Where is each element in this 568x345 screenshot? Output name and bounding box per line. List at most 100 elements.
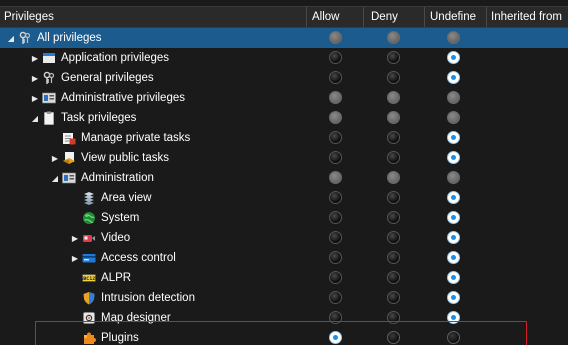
allow-radio[interactable] — [329, 271, 342, 284]
admin-panel-icon — [42, 91, 56, 105]
tree-row[interactable]: ◢ Administration — [0, 168, 568, 188]
tree-row[interactable]: ABC123 ALPR — [0, 268, 568, 288]
column-header-deny[interactable]: Deny — [371, 7, 417, 27]
allow-radio[interactable] — [329, 31, 342, 44]
privilege-label: General privileges — [61, 72, 154, 84]
allow-radio[interactable] — [329, 91, 342, 104]
undefine-radio[interactable] — [447, 231, 460, 244]
privilege-label: Access control — [101, 252, 176, 264]
deny-radio[interactable] — [387, 111, 400, 124]
deny-radio[interactable] — [387, 211, 400, 224]
allow-radio[interactable] — [329, 51, 342, 64]
undefine-radio[interactable] — [447, 291, 460, 304]
privilege-label: All privileges — [37, 32, 102, 44]
deny-radio[interactable] — [387, 251, 400, 264]
deny-radio[interactable] — [387, 91, 400, 104]
deny-radio[interactable] — [387, 151, 400, 164]
column-divider[interactable] — [424, 7, 425, 27]
allow-radio[interactable] — [329, 191, 342, 204]
undefine-radio[interactable] — [447, 191, 460, 204]
tree-row[interactable]: System — [0, 208, 568, 228]
allow-radio[interactable] — [329, 291, 342, 304]
column-divider[interactable] — [306, 7, 307, 27]
deny-radio[interactable] — [387, 271, 400, 284]
collapse-arrow-icon[interactable]: ◢ — [6, 28, 16, 48]
column-divider[interactable] — [363, 7, 364, 27]
collapse-arrow-icon[interactable]: ◢ — [30, 108, 40, 128]
allow-radio[interactable] — [329, 131, 342, 144]
undefine-radio[interactable] — [447, 111, 460, 124]
tree-row[interactable]: Area view — [0, 188, 568, 208]
privilege-label: Area view — [101, 192, 152, 204]
tree-row-label-group: Manage private tasks — [50, 128, 190, 148]
public-task-icon — [62, 151, 76, 165]
expand-arrow-icon[interactable]: ▶ — [50, 148, 60, 168]
deny-radio[interactable] — [387, 131, 400, 144]
allow-radio[interactable] — [329, 151, 342, 164]
tree-row-label-group: ▶ Video — [70, 228, 130, 248]
undefine-radio[interactable] — [447, 31, 460, 44]
expand-arrow-icon[interactable]: ▶ — [30, 88, 40, 108]
privilege-label: Administrative privileges — [61, 92, 185, 104]
application-window-icon — [42, 51, 56, 65]
admin-panel-icon — [62, 171, 76, 185]
deny-radio[interactable] — [387, 31, 400, 44]
expand-arrow-icon[interactable]: ▶ — [30, 48, 40, 68]
allow-radio[interactable] — [329, 211, 342, 224]
undefine-radio[interactable] — [447, 171, 460, 184]
column-header-undefine[interactable]: Undefine — [430, 7, 484, 27]
tree-row-label-group: ABC123 ALPR — [70, 268, 131, 288]
undefine-radio[interactable] — [447, 71, 460, 84]
collapse-arrow-icon[interactable]: ◢ — [50, 168, 60, 188]
tree-row[interactable]: Intrusion detection — [0, 288, 568, 308]
camera-icon — [82, 231, 96, 245]
privileges-grid: Privileges Allow Deny Undefine Inherited… — [0, 0, 568, 345]
tree-row[interactable]: ▶ General privileges — [0, 68, 568, 88]
deny-radio[interactable] — [387, 71, 400, 84]
expand-arrow-icon[interactable]: ▶ — [70, 228, 80, 248]
tree-row[interactable]: ◢ Task privileges — [0, 108, 568, 128]
allow-radio[interactable] — [329, 71, 342, 84]
column-header-allow[interactable]: Allow — [312, 7, 358, 27]
privilege-label: System — [101, 212, 140, 224]
undefine-radio[interactable] — [447, 151, 460, 164]
svg-text:ABC123: ABC123 — [82, 276, 96, 281]
deny-radio[interactable] — [387, 231, 400, 244]
allow-radio[interactable] — [329, 231, 342, 244]
tree-row[interactable]: ▶ View public tasks — [0, 148, 568, 168]
tree-row-label-group: ▶ General privileges — [30, 68, 154, 88]
expand-arrow-icon[interactable]: ▶ — [70, 248, 80, 268]
privilege-label: Application privileges — [61, 52, 170, 64]
undefine-radio[interactable] — [447, 131, 460, 144]
tree-row[interactable]: ▶ Access control — [0, 248, 568, 268]
undefine-radio[interactable] — [447, 51, 460, 64]
tree-row-label-group: Area view — [70, 188, 152, 208]
tree-row-label-group: ◢ Task privileges — [30, 108, 136, 128]
tree-row[interactable]: ▶ Video — [0, 228, 568, 248]
column-header-privileges[interactable]: Privileges — [4, 7, 304, 27]
tree-row-label-group: ◢ Administration — [50, 168, 154, 188]
tree-row[interactable]: ▶ Application privileges — [0, 48, 568, 68]
deny-radio[interactable] — [387, 171, 400, 184]
tree-row-label-group: Intrusion detection — [70, 288, 195, 308]
column-divider[interactable] — [486, 7, 487, 27]
undefine-radio[interactable] — [447, 91, 460, 104]
column-header-inherited-from[interactable]: Inherited from — [491, 7, 568, 27]
card-reader-icon — [82, 251, 96, 265]
tree-row[interactable]: Manage private tasks — [0, 128, 568, 148]
deny-radio[interactable] — [387, 51, 400, 64]
undefine-radio[interactable] — [447, 251, 460, 264]
globe-icon — [82, 211, 96, 225]
allow-radio[interactable] — [329, 251, 342, 264]
tree-row-label-group: ▶ View public tasks — [50, 148, 169, 168]
expand-arrow-icon[interactable]: ▶ — [30, 68, 40, 88]
deny-radio[interactable] — [387, 191, 400, 204]
undefine-radio[interactable] — [447, 211, 460, 224]
allow-radio[interactable] — [329, 171, 342, 184]
allow-radio[interactable] — [329, 111, 342, 124]
deny-radio[interactable] — [387, 291, 400, 304]
tree-row[interactable]: ◢ All privileges — [0, 28, 568, 48]
tree-row[interactable]: ▶ Administrative privileges — [0, 88, 568, 108]
undefine-radio[interactable] — [447, 271, 460, 284]
